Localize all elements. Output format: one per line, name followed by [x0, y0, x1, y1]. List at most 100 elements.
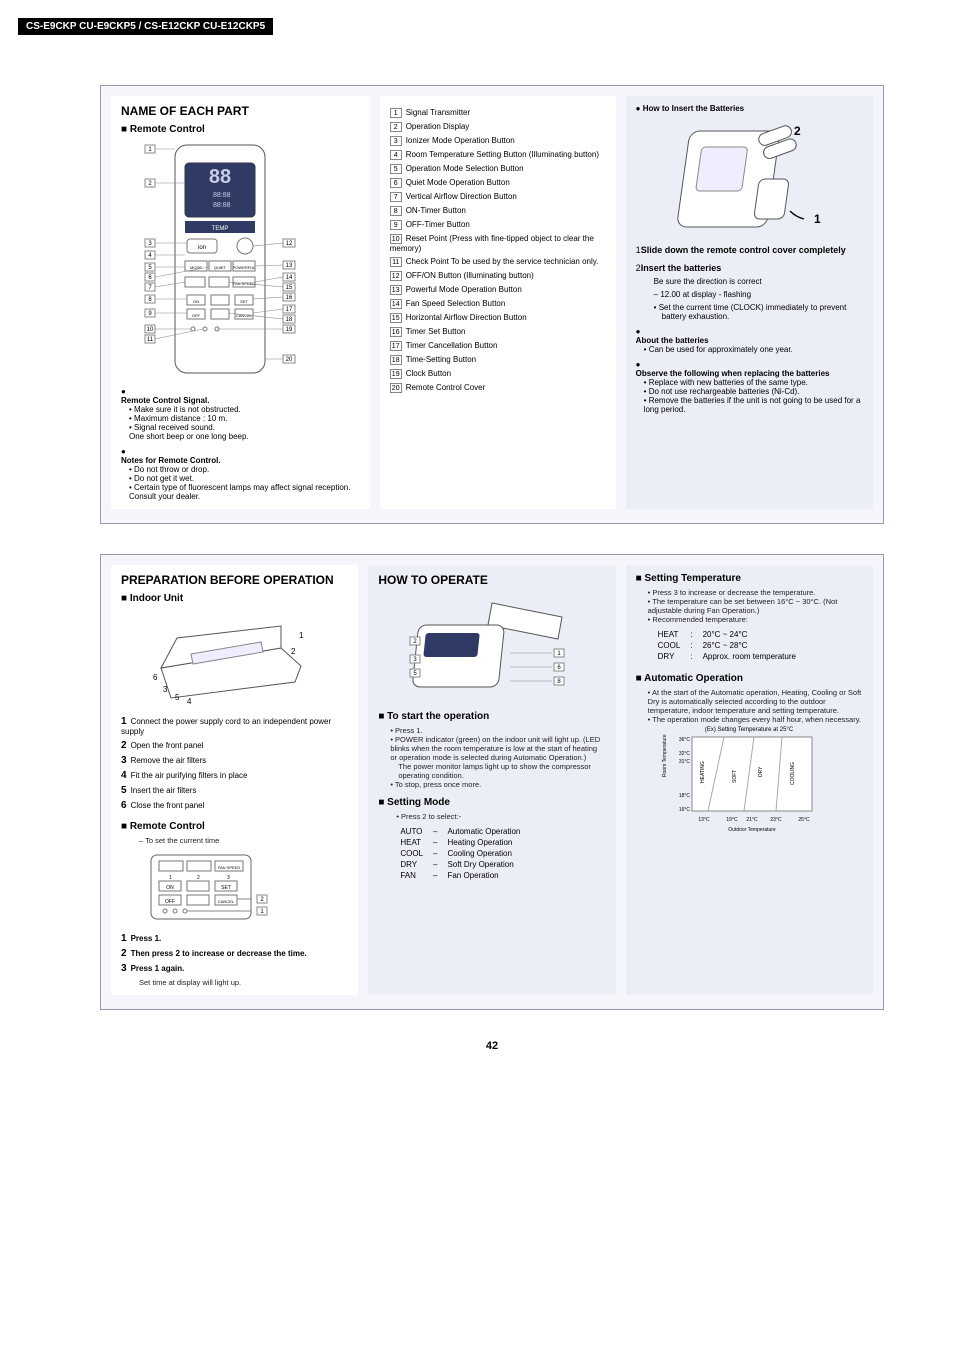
svg-text:31°C: 31°C: [678, 759, 690, 765]
heading-setting-mode: Setting Mode: [378, 797, 605, 808]
legend-item-1: 1Signal Transmitter: [390, 108, 606, 118]
svg-text:36°C: 36°C: [678, 737, 690, 743]
legend-item-6: 6Quiet Mode Operation Button: [390, 178, 606, 188]
indoor-steps: 1Connect the power supply cord to an ind…: [121, 716, 348, 811]
remote-control-illustration: 88 88:88 88:88 TEMP ion MODE QUIET POWER…: [135, 139, 305, 379]
svg-text:16°C: 16°C: [678, 807, 690, 813]
rc-step-1: 1Press 1.: [121, 933, 348, 944]
svg-text:25°C: 25°C: [798, 817, 810, 823]
rc-tail: Set time at display will light up.: [121, 978, 348, 987]
svg-text:88: 88: [209, 166, 231, 188]
svg-text:1: 1: [814, 212, 821, 226]
mode-row: FAN–Fan Operation: [396, 871, 524, 880]
svg-text:88:88: 88:88: [213, 192, 231, 199]
legend-item-12: 12OFF/ON Button (Illuminating button): [390, 271, 606, 281]
legend-item-4: 4Room Temperature Setting Button (Illumi…: [390, 150, 606, 160]
svg-text:FAN SPEED: FAN SPEED: [218, 865, 241, 870]
battery-illustration: 2 1: [664, 117, 834, 237]
set-clock-illustration: FAN SPEED 123 ON SET OFF CANCEL 2 1: [139, 849, 279, 929]
svg-text:14: 14: [286, 275, 293, 281]
heading-preparation: PREPARATION BEFORE OPERATION: [121, 573, 348, 587]
svg-text:5: 5: [175, 693, 180, 702]
mode-table: AUTO–Automatic Operation HEAT–Heating Ope…: [394, 825, 526, 882]
svg-text:32°C: 32°C: [678, 751, 690, 757]
svg-text:2: 2: [291, 647, 296, 656]
svg-text:19: 19: [286, 327, 293, 333]
legend-item-5: 5Operation Mode Selection Button: [390, 164, 606, 174]
model-tag: CS-E9CKP CU-E9CKP5 / CS-E12CKP CU-E12CKP…: [18, 18, 273, 35]
legend-item-14: 14Fan Speed Selection Button: [390, 299, 606, 309]
auto-bullets: • At the start of the Automatic operatio…: [636, 688, 863, 724]
heading-start-operation: To start the operation: [378, 711, 605, 722]
svg-text:TEMP: TEMP: [212, 226, 229, 232]
svg-text:SET: SET: [221, 885, 231, 891]
indoor-step-6: 6Close the front panel: [121, 800, 348, 811]
svg-text:DRY: DRY: [758, 766, 764, 777]
mode-row: DRY–Soft Dry Operation: [396, 860, 524, 869]
indoor-unit-illustration: 12 63 54: [131, 608, 321, 708]
svg-text:2: 2: [197, 875, 200, 881]
svg-text:OFF: OFF: [165, 899, 175, 905]
box-name-of-each-part: NAME OF EACH PART Remote Control 88 88:8…: [100, 85, 884, 524]
indoor-step-1: 1Connect the power supply cord to an ind…: [121, 716, 348, 736]
start-lines: • Press 1. • POWER indicator (green) on …: [378, 726, 605, 789]
rc-steps: 1Press 1. 2Then press 2 to increase or de…: [121, 933, 348, 974]
mode-row: AUTO–Automatic Operation: [396, 827, 524, 836]
svg-text:20: 20: [286, 357, 293, 363]
temp-row: DRY:Approx. room temperature: [654, 652, 800, 661]
indoor-step-3: 3Remove the air filters: [121, 755, 348, 766]
svg-text:COOLING: COOLING: [790, 762, 796, 785]
svg-text:13°C: 13°C: [698, 817, 710, 823]
heading-name-of-each-part: NAME OF EACH PART: [121, 104, 360, 118]
svg-text:4: 4: [187, 697, 192, 706]
legend-item-3: 3Ionizer Mode Operation Button: [390, 136, 606, 146]
indoor-step-2: 2Open the front panel: [121, 740, 348, 751]
temp-row: COOL:26°C ~ 28°C: [654, 641, 800, 650]
chart-title: (Ex) Setting Temperature at 25°C: [704, 727, 793, 733]
heading-remote-control: Remote Control: [121, 124, 360, 135]
legend-item-13: 13Powerful Mode Operation Button: [390, 285, 606, 295]
svg-text:23°C: 23°C: [770, 817, 782, 823]
about-batteries: ● About the batteries Can be used for ap…: [636, 327, 863, 354]
indoor-step-5: 5Insert the air filters: [121, 785, 348, 796]
rc-step-2: 2Then press 2 to increase or decrease th…: [121, 948, 348, 959]
svg-text:3: 3: [163, 685, 168, 694]
how-to-operate-illustration: 2 3 5 1 6 8: [402, 593, 582, 703]
svg-text:ON: ON: [166, 885, 174, 891]
page-number: 42: [100, 1040, 884, 1052]
battery-step2-head: Insert the batteries: [641, 263, 722, 273]
svg-text:3: 3: [227, 875, 230, 881]
rc-sub: – To set the current time: [121, 836, 348, 845]
mode-row: COOL–Cooling Operation: [396, 849, 524, 858]
svg-text:OFF: OFF: [192, 313, 201, 318]
mode-row: HEAT–Heating Operation: [396, 838, 524, 847]
legend-item-7: 7Vertical Airflow Direction Button: [390, 192, 606, 202]
svg-text:13: 13: [286, 263, 293, 269]
svg-text:POWERFUL: POWERFUL: [233, 265, 256, 270]
svg-text:18°C: 18°C: [678, 793, 690, 799]
heading-setting-temperature: Setting Temperature: [636, 573, 863, 584]
svg-text:12: 12: [286, 241, 293, 247]
legend-item-8: 8ON-Timer Button: [390, 206, 606, 216]
svg-text:QUIET: QUIET: [214, 265, 227, 270]
svg-text:19°C: 19°C: [726, 817, 738, 823]
heading-insert-batteries: ● How to Insert the Batteries: [636, 104, 863, 113]
legend-item-9: 9OFF-Timer Button: [390, 220, 606, 230]
legend-item-18: 18Time-Setting Button: [390, 355, 606, 365]
observe-batteries: ● Observe the following when replacing t…: [636, 360, 863, 414]
svg-text:18: 18: [286, 317, 293, 323]
legend-item-2: 2Operation Display: [390, 122, 606, 132]
temp-row: HEAT:20°C ~ 24°C: [654, 630, 800, 639]
temp-table: HEAT:20°C ~ 24°C COOL:26°C ~ 28°C DRY:Appr…: [652, 628, 802, 663]
remote-control-signal: ● Remote Control Signal. Make sure it is…: [121, 387, 360, 441]
legend-item-11: 11Check Point To be used by the service …: [390, 257, 606, 267]
legend-item-19: 19Clock Button: [390, 369, 606, 379]
svg-text:16: 16: [286, 295, 293, 301]
svg-text:SOFT: SOFT: [732, 770, 738, 783]
legend-item-20: 20Remote Control Cover: [390, 383, 606, 393]
svg-text:15: 15: [286, 285, 293, 291]
svg-text:SET: SET: [240, 299, 248, 304]
svg-text:1: 1: [299, 631, 304, 640]
rc-step-3: 3Press 1 again.: [121, 963, 348, 974]
svg-text:ion: ion: [198, 245, 206, 251]
